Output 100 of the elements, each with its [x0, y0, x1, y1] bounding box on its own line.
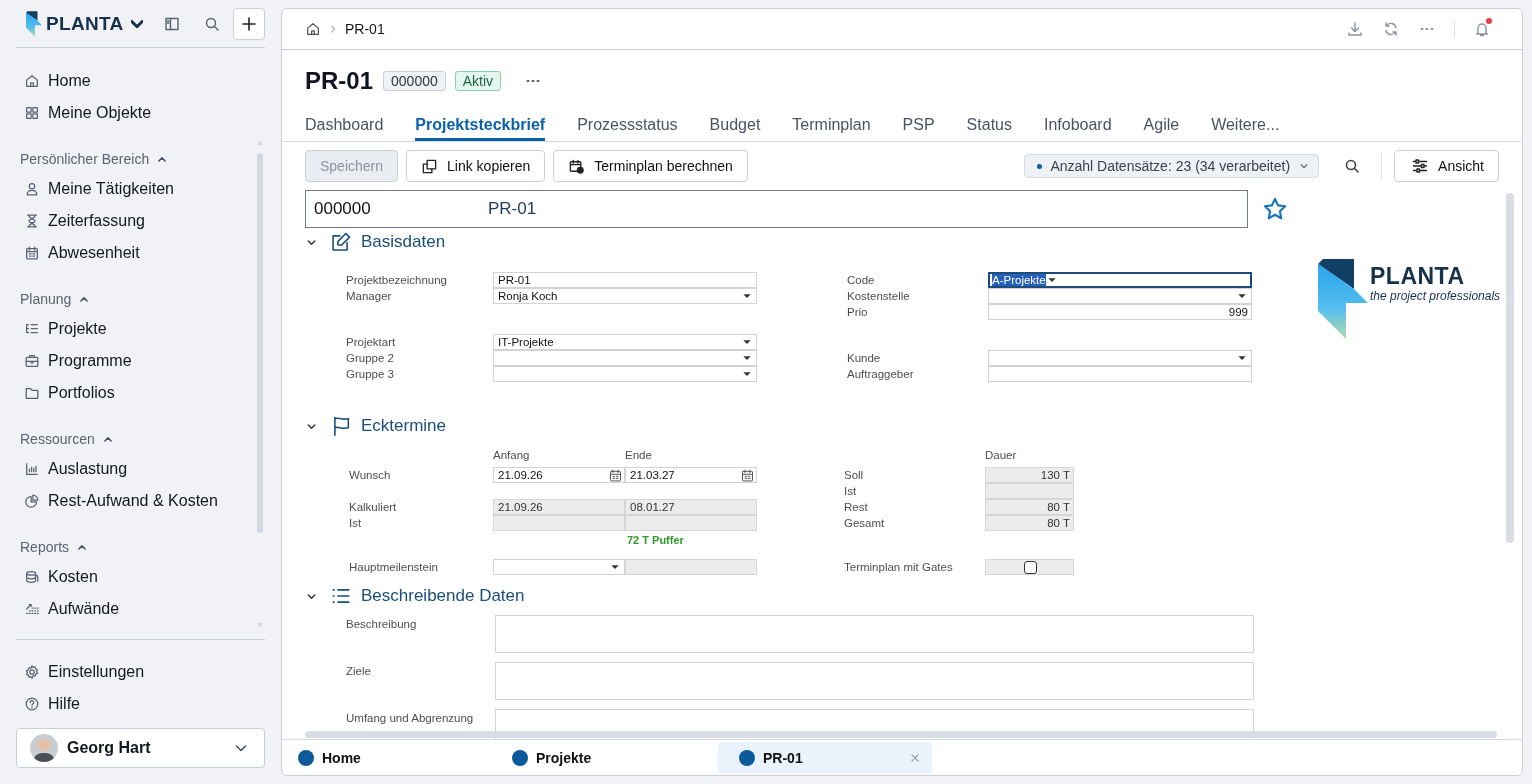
nav-item[interactable]: Meine Objekte	[16, 97, 265, 129]
field-label: Ist	[348, 516, 363, 531]
nav-item[interactable]: Auslastung	[16, 453, 265, 485]
scrollbar[interactable]	[1506, 193, 1514, 543]
nav-item[interactable]: Abwesenheit	[16, 237, 265, 269]
brand-menu[interactable]: PLANTA	[24, 8, 146, 39]
dropdown-field[interactable]	[988, 288, 1252, 304]
dropdown-field[interactable]: A-Projekte	[988, 272, 1252, 288]
input-field[interactable]	[988, 366, 1252, 382]
nav-item[interactable]: Programme	[16, 345, 265, 377]
tab[interactable]: Infoboard	[1043, 104, 1112, 141]
nav-item[interactable]: Portfolios	[16, 377, 265, 409]
nav-item[interactable]: Zeiterfassung	[16, 205, 265, 237]
nav-item[interactable]: Einstellungen	[16, 656, 265, 688]
toolbar-button[interactable]: Link kopieren	[406, 150, 546, 182]
field-label: Manager	[346, 289, 393, 304]
open-tab[interactable]: PR-01	[718, 742, 932, 774]
record-count-dropdown[interactable]: Anzahl Datensätze: 23 (34 verarbeitet)	[1024, 154, 1320, 178]
home-icon	[24, 73, 40, 89]
breadcrumb-item[interactable]: PR-01	[345, 21, 385, 37]
search-icon[interactable]	[1343, 157, 1362, 175]
field-label: Wunsch	[348, 468, 392, 483]
avatar	[30, 734, 58, 762]
nav-item[interactable]: Projekte	[16, 313, 265, 345]
readonly-field: 80 T	[985, 515, 1074, 531]
gear-icon	[24, 664, 40, 680]
date-field[interactable]: 21.03.27	[625, 467, 757, 483]
field-label: Umfang und Abgrenzung	[346, 711, 475, 726]
tab[interactable]: Prozessstatus	[577, 104, 678, 141]
briefcase-icon	[24, 353, 40, 369]
view-button[interactable]: Ansicht	[1394, 150, 1499, 182]
dropdown-field[interactable]: IT-Projekte	[493, 334, 757, 350]
section-label: Persönlicher Bereich	[20, 151, 150, 167]
tab[interactable]: Dashboard	[305, 104, 384, 141]
dropdown-field[interactable]: Ronja Koch	[493, 288, 757, 304]
tab[interactable]: PSP	[902, 104, 935, 141]
trend-icon	[24, 601, 40, 617]
notification-icon[interactable]	[1473, 20, 1491, 38]
section-title: Ecktermine	[361, 416, 447, 436]
home-icon[interactable]	[305, 21, 321, 37]
input-field[interactable]: PR-01	[493, 272, 757, 288]
calendar-icon[interactable]	[740, 467, 755, 483]
calendar-icon[interactable]	[608, 467, 623, 483]
scrollbar[interactable]	[256, 141, 264, 627]
calendar-icon	[24, 245, 40, 261]
section-title: Beschreibende Daten	[361, 586, 525, 606]
tab[interactable]: Terminplan	[792, 104, 871, 141]
column-header: Anfang	[493, 448, 531, 463]
section-title: Basisdaten	[361, 232, 446, 252]
open-tab[interactable]: Home	[290, 742, 504, 774]
star-icon[interactable]	[1262, 196, 1288, 222]
toolbar-button[interactable]: Terminplan berechnen	[553, 150, 748, 182]
dropdown-field[interactable]	[493, 350, 757, 366]
tab[interactable]: Budget	[709, 104, 761, 141]
nav-item[interactable]: Hilfe	[16, 688, 265, 720]
nav-item[interactable]: Kosten	[16, 561, 265, 593]
section-label: Reports	[20, 539, 70, 555]
refresh-icon[interactable]	[1382, 20, 1400, 38]
nav-item[interactable]: Aufwände	[16, 593, 265, 625]
field-label: Hauptmeilenstein	[348, 560, 439, 575]
field-label: Kalkuliert	[348, 500, 398, 515]
open-tab[interactable]: Projekte	[504, 742, 718, 774]
copy-icon	[421, 157, 439, 175]
brand-name: PLANTA	[46, 12, 124, 35]
section-label: Planung	[20, 291, 72, 307]
dropdown-field[interactable]	[988, 350, 1252, 366]
add-button[interactable]	[233, 7, 265, 40]
bars-icon	[24, 461, 40, 477]
field-label: Beschreibung	[346, 617, 418, 632]
field-label: Projektart	[346, 335, 397, 350]
field-label: Prio	[847, 305, 869, 320]
tab[interactable]: Projektsteckbrief	[415, 104, 546, 141]
download-icon[interactable]	[1346, 20, 1364, 38]
buffer-note: 72 T Puffer	[626, 533, 685, 548]
tab[interactable]: Weitere...	[1211, 104, 1280, 141]
chevron-down-icon	[131, 19, 144, 28]
field-label: Gruppe 3	[346, 367, 395, 382]
nav-item[interactable]: Meine Tätigkeiten	[16, 173, 265, 205]
dropdown-field[interactable]	[493, 559, 625, 575]
status-badge: Aktiv	[454, 71, 502, 91]
readonly-field: 08.01.27	[625, 499, 757, 515]
user-menu[interactable]: Georg Hart	[16, 728, 265, 768]
field-label: Terminplan mit Gates	[844, 560, 954, 575]
date-field[interactable]: 21.09.26	[493, 467, 625, 483]
close-icon[interactable]	[908, 751, 922, 765]
checkbox[interactable]	[1023, 560, 1037, 574]
column-header: Dauer	[985, 448, 1018, 463]
field-label: Soll	[844, 468, 865, 483]
dropdown-field[interactable]	[493, 366, 757, 382]
tab[interactable]: Agile	[1143, 104, 1180, 141]
field-label: Ziele	[346, 664, 372, 679]
grid-icon	[24, 105, 40, 121]
input-field[interactable]: 999	[988, 304, 1252, 320]
nav-item[interactable]: Rest-Aufwand & Kosten	[16, 485, 265, 517]
number-badge: 000000	[383, 71, 446, 91]
scrollbar[interactable]	[305, 731, 1497, 738]
nav-item[interactable]: Home	[16, 65, 265, 97]
plus-icon	[240, 14, 258, 33]
tab[interactable]: Status	[966, 104, 1012, 141]
logo	[26, 10, 42, 37]
